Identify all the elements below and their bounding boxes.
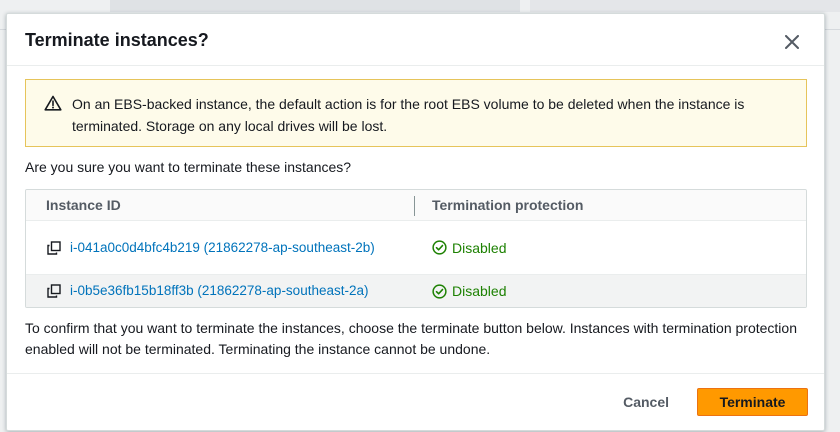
terminate-button[interactable]: Terminate — [697, 388, 808, 416]
instance-id-cell: i-0b5e36fb15b18ff3b (21862278-ap-southea… — [26, 281, 415, 301]
terminate-instances-dialog: Terminate instances? On an EBS-backed in… — [6, 13, 825, 431]
protection-status: Disabled — [452, 239, 507, 256]
table-row: i-0b5e36fb15b18ff3b (21862278-ap-southea… — [26, 275, 806, 307]
modal-title: Terminate instances? — [25, 30, 209, 50]
modal-footer: Cancel Terminate — [7, 373, 824, 430]
column-header-termination-protection: Termination protection — [432, 197, 584, 213]
copy-icon[interactable] — [47, 284, 61, 298]
table-header: Instance ID Termination protection — [26, 190, 806, 221]
instance-id-cell: i-041a0c0d4bfc4b219 (21862278-ap-southea… — [26, 238, 415, 258]
close-icon — [785, 34, 799, 49]
protection-status: Disabled — [452, 283, 507, 299]
instances-table: Instance ID Termination protection i-041… — [25, 189, 807, 308]
close-button[interactable] — [780, 30, 804, 54]
table-row: i-041a0c0d4bfc4b219 (21862278-ap-southea… — [26, 221, 806, 275]
modal-header: Terminate instances? — [7, 14, 824, 66]
backdrop-bar — [530, 0, 840, 12]
termination-protection-cell: Disabled — [415, 240, 506, 256]
alert-text: On an EBS-backed instance, the default a… — [72, 96, 745, 134]
warning-alert: On an EBS-backed instance, the default a… — [25, 79, 807, 147]
check-circle-icon — [432, 240, 447, 255]
column-header-label: Instance ID — [46, 197, 121, 213]
copy-icon[interactable] — [47, 240, 61, 255]
instance-id-link[interactable]: i-041a0c0d4bfc4b219 (21862278-ap-southea… — [70, 238, 400, 258]
modal-body: On an EBS-backed instance, the default a… — [7, 66, 824, 360]
cancel-button[interactable]: Cancel — [595, 388, 697, 416]
confirmation-question: Are you sure you want to terminate these… — [25, 159, 352, 175]
backdrop-bar — [110, 0, 520, 12]
check-circle-icon — [432, 283, 447, 299]
instance-id-link[interactable]: i-0b5e36fb15b18ff3b (21862278-ap-southea… — [70, 281, 400, 301]
termination-protection-cell: Disabled — [415, 283, 506, 299]
warning-icon — [44, 95, 62, 111]
column-divider[interactable] — [414, 196, 415, 216]
column-header-instance-id: Instance ID — [26, 190, 415, 220]
confirmation-text: To confirm that you want to terminate th… — [25, 320, 797, 357]
